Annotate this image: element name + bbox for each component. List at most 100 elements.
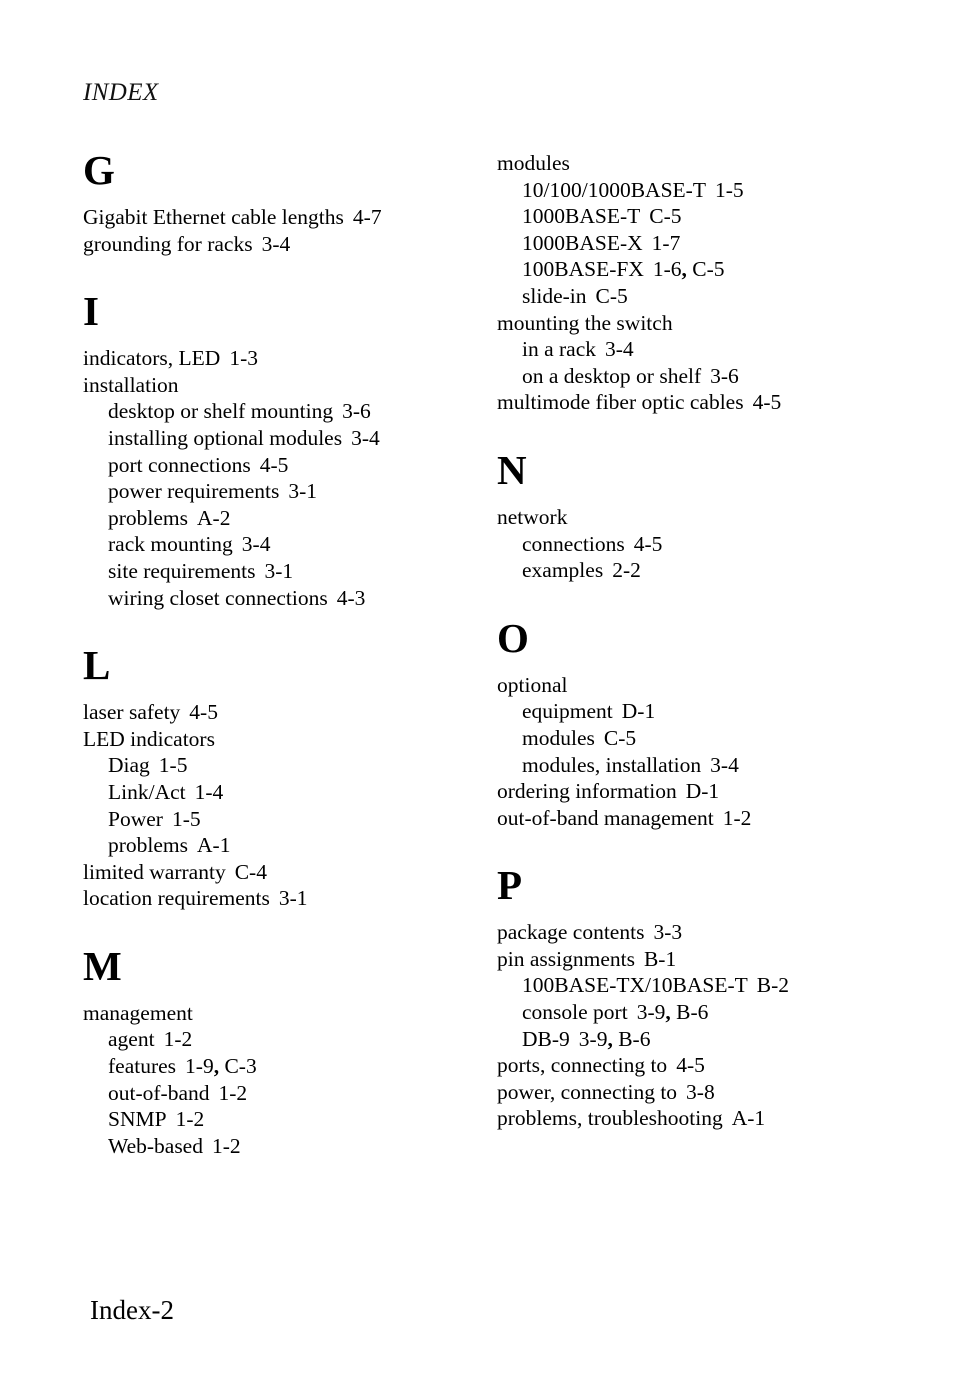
index-page-ref[interactable]: 3-4 xyxy=(710,753,739,777)
index-page-ref[interactable]: 3-4 xyxy=(242,532,271,556)
index-page-ref[interactable]: 4-5 xyxy=(753,390,782,414)
index-subentry[interactable]: agent 1-2 xyxy=(83,1026,473,1053)
index-page-ref[interactable]: B-2 xyxy=(757,973,789,997)
index-page-ref[interactable]: 1-2 xyxy=(212,1134,241,1158)
index-entry[interactable]: ordering information D-1 xyxy=(497,778,887,805)
index-page-ref[interactable]: B-6 xyxy=(618,1027,650,1051)
index-subentry[interactable]: DB-9 3-9, B-6 xyxy=(497,1026,887,1053)
index-entry[interactable]: optional xyxy=(497,672,887,699)
index-page-ref[interactable]: 3-1 xyxy=(264,559,293,583)
index-page-ref[interactable]: 4-5 xyxy=(260,453,289,477)
index-subentry[interactable]: problems A-2 xyxy=(83,505,473,532)
index-page-ref[interactable]: C-5 xyxy=(604,726,636,750)
index-page-ref[interactable]: 1-4 xyxy=(195,780,224,804)
index-entry[interactable]: limited warranty C-4 xyxy=(83,859,473,886)
index-page-ref[interactable]: 3-6 xyxy=(710,364,739,388)
index-page-ref[interactable]: D-1 xyxy=(622,699,655,723)
index-page-ref[interactable]: 1-7 xyxy=(652,231,681,255)
index-page-ref[interactable]: 3-4 xyxy=(605,337,634,361)
index-entry[interactable]: out-of-band management 1-2 xyxy=(497,805,887,832)
index-entry[interactable]: pin assignments B-1 xyxy=(497,946,887,973)
index-page-ref[interactable]: A-1 xyxy=(197,833,230,857)
index-subentry[interactable]: installing optional modules 3-4 xyxy=(83,425,473,452)
index-entry[interactable]: multimode fiber optic cables 4-5 xyxy=(497,389,887,416)
index-subentry[interactable]: rack mounting 3-4 xyxy=(83,531,473,558)
index-page-ref[interactable]: C-3 xyxy=(224,1054,256,1078)
index-page-ref[interactable]: B-6 xyxy=(676,1000,708,1024)
index-page-ref[interactable]: A-1 xyxy=(732,1106,765,1130)
index-subentry[interactable]: equipment D-1 xyxy=(497,698,887,725)
index-page-ref[interactable]: 1-6 xyxy=(653,257,682,281)
index-page-ref[interactable]: 3-1 xyxy=(279,886,308,910)
index-entry[interactable]: problems, troubleshooting A-1 xyxy=(497,1105,887,1132)
index-subentry[interactable]: out-of-band 1-2 xyxy=(83,1080,473,1107)
index-subentry[interactable]: Link/Act 1-4 xyxy=(83,779,473,806)
index-page-ref[interactable]: 3-8 xyxy=(686,1080,715,1104)
index-subentry[interactable]: in a rack 3-4 xyxy=(497,336,887,363)
index-subentry[interactable]: power requirements 3-1 xyxy=(83,478,473,505)
index-page-ref[interactable]: 1-9 xyxy=(185,1054,214,1078)
index-subentry[interactable]: on a desktop or shelf 3-6 xyxy=(497,363,887,390)
index-page-ref[interactable]: C-4 xyxy=(235,860,267,884)
index-page-ref[interactable]: C-5 xyxy=(692,257,724,281)
index-page-ref[interactable]: B-1 xyxy=(644,947,676,971)
index-page-ref[interactable]: 1-5 xyxy=(159,753,188,777)
index-page-ref[interactable]: 3-4 xyxy=(351,426,380,450)
index-subentry[interactable]: 1000BASE-X 1-7 xyxy=(497,230,887,257)
index-subentry[interactable]: examples 2-2 xyxy=(497,557,887,584)
index-page-ref[interactable]: 3-9 xyxy=(637,1000,666,1024)
index-page-ref[interactable]: 2-2 xyxy=(612,558,641,582)
index-page-ref[interactable]: 4-5 xyxy=(634,532,663,556)
index-subentry[interactable]: 100BASE-FX 1-6, C-5 xyxy=(497,256,887,283)
index-subentry[interactable]: Web-based 1-2 xyxy=(83,1133,473,1160)
index-subentry[interactable]: modules, installation 3-4 xyxy=(497,752,887,779)
index-page-ref[interactable]: 1-3 xyxy=(229,346,258,370)
index-entry[interactable]: indicators, LED 1-3 xyxy=(83,345,473,372)
index-subentry[interactable]: site requirements 3-1 xyxy=(83,558,473,585)
index-subentry[interactable]: desktop or shelf mounting 3-6 xyxy=(83,398,473,425)
index-page-ref[interactable]: 1-2 xyxy=(219,1081,248,1105)
index-page-ref[interactable]: 4-5 xyxy=(189,700,218,724)
index-entry[interactable]: management xyxy=(83,1000,473,1027)
index-subentry[interactable]: port connections 4-5 xyxy=(83,452,473,479)
index-page-ref[interactable]: 3-9 xyxy=(579,1027,608,1051)
index-page-ref[interactable]: 1-5 xyxy=(172,807,201,831)
index-page-ref[interactable]: 3-3 xyxy=(653,920,682,944)
index-subentry[interactable]: 10/100/1000BASE-T 1-5 xyxy=(497,177,887,204)
index-entry[interactable]: network xyxy=(497,504,887,531)
index-entry[interactable]: installation xyxy=(83,372,473,399)
index-entry[interactable]: modules xyxy=(497,150,887,177)
index-entry[interactable]: ports, connecting to 4-5 xyxy=(497,1052,887,1079)
index-subentry[interactable]: slide-in C-5 xyxy=(497,283,887,310)
index-entry[interactable]: package contents 3-3 xyxy=(497,919,887,946)
index-page-ref[interactable]: 3-6 xyxy=(342,399,371,423)
index-page-ref[interactable]: 4-5 xyxy=(676,1053,705,1077)
index-subentry[interactable]: Power 1-5 xyxy=(83,806,473,833)
index-subentry[interactable]: console port 3-9, B-6 xyxy=(497,999,887,1026)
index-page-ref[interactable]: 1-2 xyxy=(723,806,752,830)
index-entry[interactable]: power, connecting to 3-8 xyxy=(497,1079,887,1106)
index-entry[interactable]: LED indicators xyxy=(83,726,473,753)
index-page-ref[interactable]: 1-2 xyxy=(176,1107,205,1131)
index-page-ref[interactable]: C-5 xyxy=(596,284,628,308)
index-page-ref[interactable]: 3-4 xyxy=(262,232,291,256)
index-entry[interactable]: Gigabit Ethernet cable lengths 4-7 xyxy=(83,204,473,231)
index-subentry[interactable]: modules C-5 xyxy=(497,725,887,752)
index-entry[interactable]: grounding for racks 3-4 xyxy=(83,231,473,258)
index-page-ref[interactable]: 1-2 xyxy=(164,1027,193,1051)
index-page-ref[interactable]: D-1 xyxy=(686,779,719,803)
index-subentry[interactable]: connections 4-5 xyxy=(497,531,887,558)
index-subentry[interactable]: features 1-9, C-3 xyxy=(83,1053,473,1080)
index-subentry[interactable]: SNMP 1-2 xyxy=(83,1106,473,1133)
index-subentry[interactable]: 100BASE-TX/10BASE-T B-2 xyxy=(497,972,887,999)
index-subentry[interactable]: problems A-1 xyxy=(83,832,473,859)
index-entry[interactable]: laser safety 4-5 xyxy=(83,699,473,726)
index-entry[interactable]: location requirements 3-1 xyxy=(83,885,473,912)
index-subentry[interactable]: Diag 1-5 xyxy=(83,752,473,779)
index-page-ref[interactable]: 4-7 xyxy=(353,205,382,229)
index-page-ref[interactable]: 3-1 xyxy=(288,479,317,503)
index-page-ref[interactable]: C-5 xyxy=(649,204,681,228)
index-page-ref[interactable]: 1-5 xyxy=(715,178,744,202)
index-subentry[interactable]: wiring closet connections 4-3 xyxy=(83,585,473,612)
index-page-ref[interactable]: 4-3 xyxy=(337,586,366,610)
